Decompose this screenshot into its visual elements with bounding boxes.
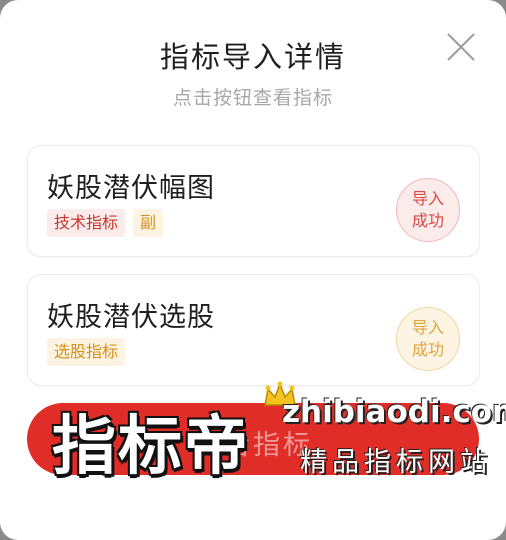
import-status-badge: 导入 成功 — [396, 307, 460, 371]
indicator-tags: 选股指标 — [47, 338, 126, 366]
import-status-badge: 导入 成功 — [396, 178, 460, 242]
indicator-tags: 技术指标 副 — [47, 209, 164, 237]
tag-sub-chart: 副 — [133, 209, 164, 237]
close-icon[interactable] — [444, 30, 478, 64]
tag-technical: 技术指标 — [47, 209, 126, 237]
watermark-tagline: 精品指标网站 — [300, 447, 492, 478]
watermark-url: zhibiaodi.com — [282, 394, 506, 430]
indicator-name: 妖股潜伏选股 — [47, 302, 215, 333]
indicator-card-1[interactable]: 妖股潜伏幅图 技术指标 副 导入 成功 — [27, 145, 480, 257]
tag-stock-picking: 选股指标 — [47, 338, 126, 366]
dialog-title: 指标导入详情 — [159, 40, 346, 74]
watermark-brand: 指标帝 — [52, 410, 250, 484]
indicator-card-2[interactable]: 妖股潜伏选股 选股指标 导入 成功 — [27, 274, 480, 386]
indicator-name: 妖股潜伏幅图 — [47, 173, 215, 204]
dialog-subtitle: 点击按钮查看指标 — [172, 87, 333, 109]
